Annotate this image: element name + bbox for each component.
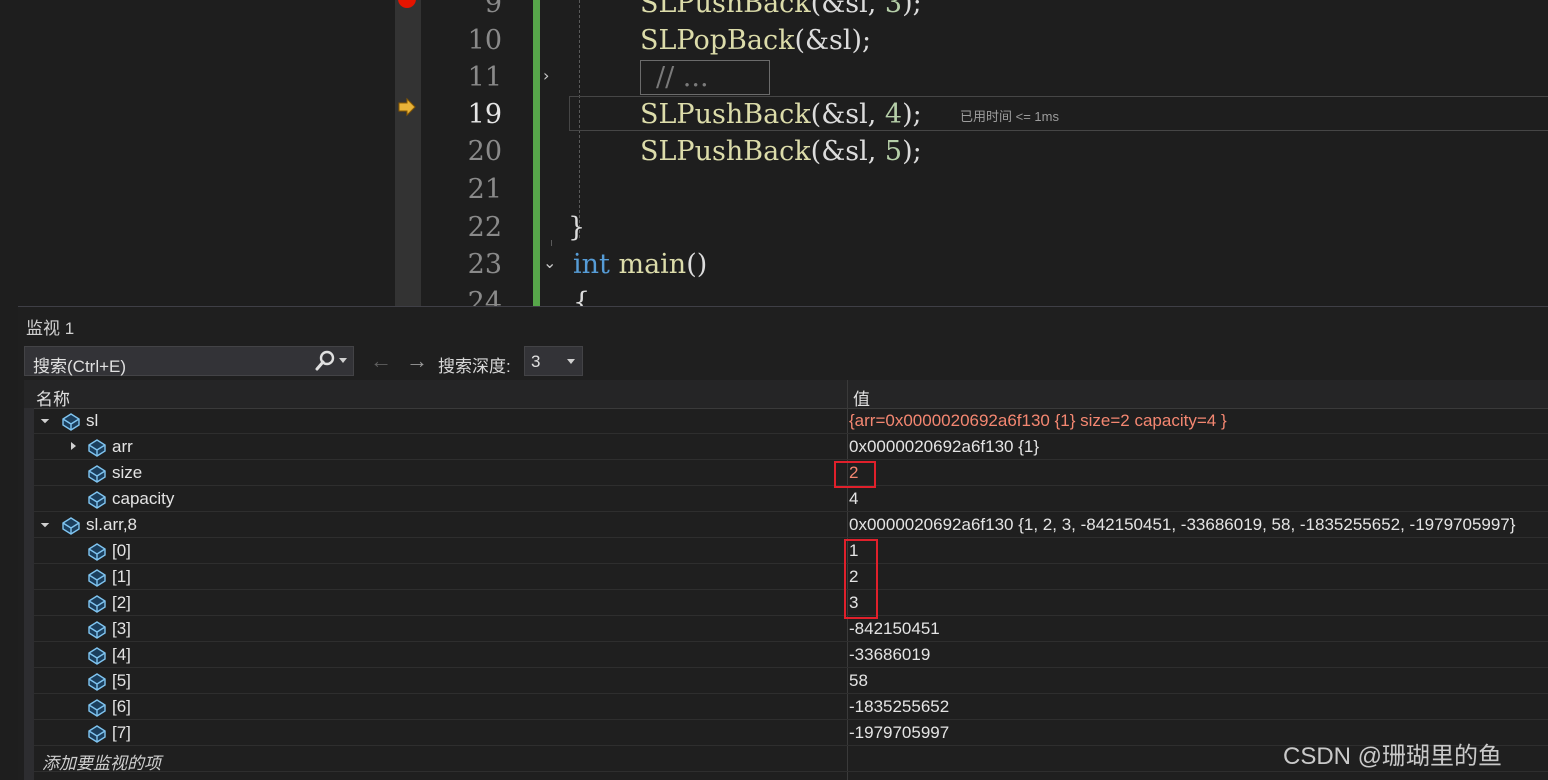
line-number: 21: [467, 174, 502, 205]
chevron-down-icon: [567, 359, 575, 364]
watch-row-name[interactable]: capacity: [112, 489, 174, 509]
code-line-22[interactable]: }: [568, 209, 585, 246]
watch-row-value[interactable]: 0x0000020692a6f130 {1}: [849, 437, 1039, 457]
watch-row[interactable]: arr 0x0000020692a6f130 {1}: [34, 434, 1548, 460]
code-line-19[interactable]: SLPushBack(&sl, 4);: [640, 96, 922, 133]
watch-row-value[interactable]: -1835255652: [849, 697, 949, 717]
watch-row-name[interactable]: [6]: [112, 697, 131, 717]
watch-row-value[interactable]: 58: [849, 671, 868, 691]
code-line-11-collapsed[interactable]: // ...: [656, 59, 709, 96]
watch-search-input[interactable]: 搜索(Ctrl+E): [24, 346, 354, 376]
watch-row-name[interactable]: arr: [112, 437, 133, 457]
watch-row[interactable]: [3] -842150451: [34, 616, 1548, 642]
code-editor[interactable]: 9 10 11 19 20 21 22 23 24 › ⌄ SLPushBack…: [0, 0, 1548, 306]
code-line-9[interactable]: SLPushBack(&sl, 3);: [640, 0, 922, 22]
code-line-10[interactable]: SLPopBack(&sl);: [640, 22, 871, 59]
watch-object-icon: [88, 595, 106, 613]
watch-row[interactable]: [2] 3: [34, 590, 1548, 616]
line-number: 11: [467, 62, 502, 93]
line-number: 23: [467, 249, 502, 280]
expand-closed-icon[interactable]: [71, 442, 76, 450]
watch-row[interactable]: [5] 58: [34, 668, 1548, 694]
watch-row[interactable]: capacity 4: [34, 486, 1548, 512]
watch-object-icon: [62, 413, 80, 431]
watch-row-name[interactable]: [7]: [112, 723, 131, 743]
watch-row-value[interactable]: {arr=0x0000020692a6f130 {1} size=2 capac…: [849, 411, 1227, 431]
search-previous-button[interactable]: ←: [370, 348, 392, 374]
watch-window: 监视 1 搜索(Ctrl+E) ← → 搜索深度: 3 名称 值 sl {arr=…: [18, 306, 1548, 780]
watch-table: 名称 值 sl {arr=0x0000020692a6f130 {1} size=…: [24, 380, 1548, 780]
line-number: 20: [467, 136, 502, 167]
watch-object-icon: [88, 543, 106, 561]
watch-row[interactable]: [0] 1: [34, 538, 1548, 564]
watch-object-icon: [88, 491, 106, 509]
search-next-button[interactable]: →: [406, 348, 428, 374]
current-statement-arrow-icon: [398, 97, 416, 117]
watch-object-icon: [88, 439, 106, 457]
watermark: CSDN @珊瑚里的鱼: [1283, 743, 1503, 770]
change-tracking-bar: [533, 0, 540, 306]
search-options-dropdown-icon[interactable]: [339, 358, 347, 363]
watch-row[interactable]: [4] -33686019: [34, 642, 1548, 668]
watch-row-value[interactable]: 0x0000020692a6f130 {1, 2, 3, -842150451,…: [849, 515, 1515, 535]
watch-row-name[interactable]: [5]: [112, 671, 131, 691]
editor-left-area: [0, 0, 395, 306]
watch-row-name[interactable]: [1]: [112, 567, 131, 587]
fold-collapse-icon[interactable]: ⌄: [543, 253, 556, 272]
line-number: 24: [467, 287, 502, 306]
column-header-value[interactable]: 值: [853, 385, 870, 410]
watch-row-value[interactable]: -842150451: [849, 619, 940, 639]
watch-row-name[interactable]: [2]: [112, 593, 131, 613]
code-line-23[interactable]: int main(): [573, 246, 707, 283]
watch-row[interactable]: [1] 2: [34, 564, 1548, 590]
watch-row-name[interactable]: size: [112, 463, 142, 483]
code-line-20[interactable]: SLPushBack(&sl, 5);: [640, 133, 922, 170]
column-header-name[interactable]: 名称: [36, 385, 70, 410]
line-number: 9: [484, 0, 502, 19]
line-number: 10: [467, 25, 502, 56]
search-depth-label: 搜索深度:: [438, 357, 511, 376]
breakpoint-margin[interactable]: [395, 0, 421, 306]
search-icon[interactable]: [314, 350, 336, 372]
watch-object-icon: [88, 647, 106, 665]
code-line-24[interactable]: {: [573, 284, 590, 306]
watch-row-name[interactable]: [0]: [112, 541, 131, 561]
search-input-placeholder: 搜索(Ctrl+E): [33, 357, 127, 376]
watch-row[interactable]: size 2: [34, 460, 1548, 486]
indent-guide: [551, 240, 552, 246]
watch-object-icon: [88, 621, 106, 639]
watch-row-value[interactable]: 4: [849, 489, 858, 509]
row-selection-strip: [24, 408, 34, 780]
watch-row-name[interactable]: sl.arr,8: [86, 515, 137, 535]
watch-row-value[interactable]: -33686019: [849, 645, 930, 665]
highlight-box-size: [834, 461, 876, 488]
watch-table-header: 名称 值: [24, 380, 1548, 409]
watch-object-icon: [88, 673, 106, 691]
watch-object-icon: [62, 517, 80, 535]
expand-open-icon[interactable]: [40, 414, 50, 424]
add-watch-item-input[interactable]: 添加要监视的项: [42, 749, 161, 774]
line-number-current: 19: [467, 99, 502, 130]
search-depth-value: 3: [531, 352, 541, 371]
watch-row-name[interactable]: sl: [86, 411, 98, 431]
line-number: 22: [467, 212, 502, 243]
watch-row-value[interactable]: -1979705997: [849, 723, 949, 743]
watch-row[interactable]: [6] -1835255652: [34, 694, 1548, 720]
watch-object-icon: [88, 725, 106, 743]
fold-expand-icon[interactable]: ›: [543, 66, 549, 85]
watch-row[interactable]: sl.arr,8 0x0000020692a6f130 {1, 2, 3, -84…: [34, 512, 1548, 538]
elapsed-time-hint: 已用时间 <= 1ms: [960, 109, 1059, 124]
highlight-box-elements: [844, 539, 878, 619]
watch-row-name[interactable]: [3]: [112, 619, 131, 639]
search-depth-select[interactable]: 3: [524, 346, 583, 376]
watch-object-icon: [88, 569, 106, 587]
watch-row-name[interactable]: [4]: [112, 645, 131, 665]
watch-row[interactable]: sl {arr=0x0000020692a6f130 {1} size=2 cap…: [34, 408, 1548, 434]
watch-object-icon: [88, 699, 106, 717]
expand-open-icon[interactable]: [40, 518, 50, 528]
watch-object-icon: [88, 465, 106, 483]
watch-window-title[interactable]: 监视 1: [26, 314, 74, 339]
